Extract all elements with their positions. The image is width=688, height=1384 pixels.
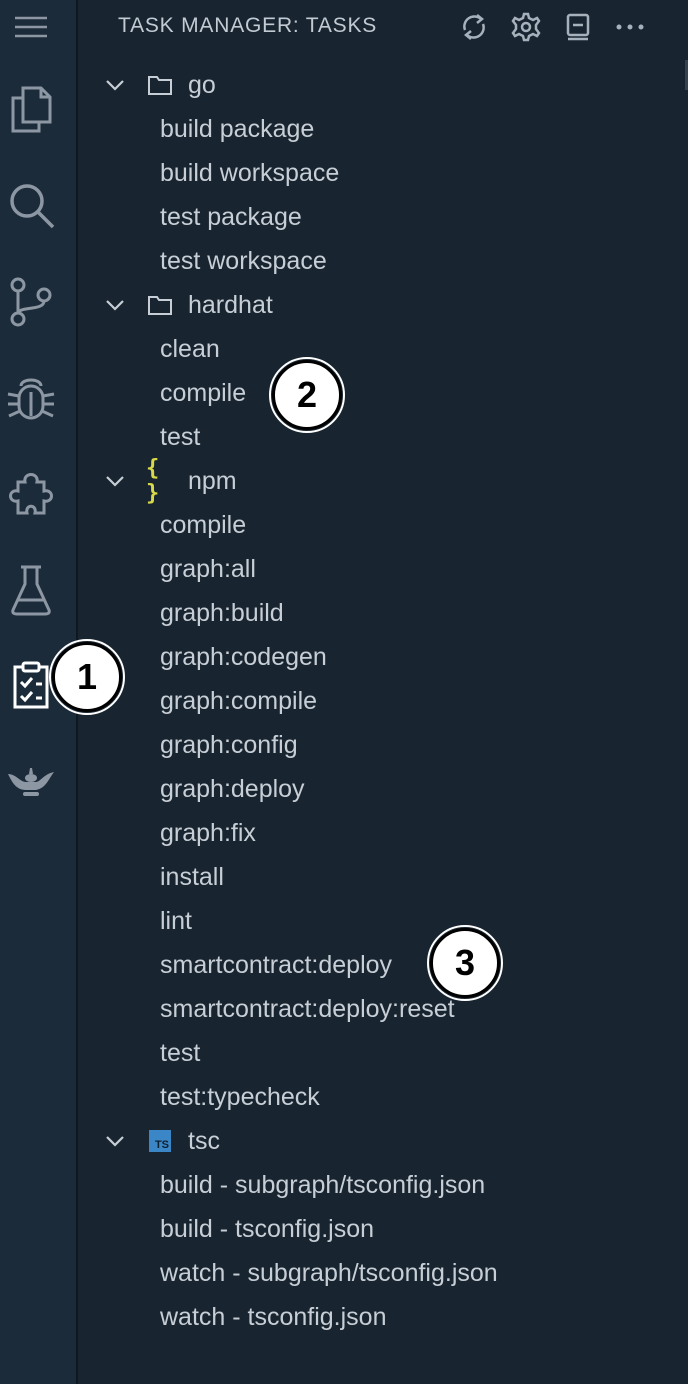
typescript-badge: TS [149, 1130, 171, 1152]
group-label: tsc [188, 1126, 220, 1155]
task-label: test:typecheck [160, 1082, 320, 1111]
task-label: build package [160, 114, 315, 143]
chevron-down-icon [104, 1130, 126, 1159]
json-icon: { } [146, 456, 160, 506]
task-label: watch - tsconfig.json [160, 1302, 387, 1331]
group-hardhat[interactable]: hardhat [78, 283, 688, 327]
task-label: build - subgraph/tsconfig.json [160, 1170, 486, 1199]
callout-2: 2 [269, 357, 345, 433]
task-item[interactable]: lint [78, 899, 688, 943]
collapse-all-icon[interactable] [560, 10, 596, 44]
task-item[interactable]: build workspace [78, 151, 688, 195]
task-item[interactable]: test workspace [78, 239, 688, 283]
group-tsc[interactable]: TS tsc [78, 1119, 688, 1163]
group-go[interactable]: go [78, 63, 688, 107]
task-label: graph:compile [160, 686, 318, 715]
task-item[interactable]: test package [78, 195, 688, 239]
task-label: compile [160, 378, 247, 407]
typescript-icon: TS [146, 1127, 174, 1155]
chevron-down-icon [104, 470, 126, 499]
extensions-icon[interactable] [0, 468, 62, 520]
source-control-icon[interactable] [0, 276, 62, 328]
task-label: build - tsconfig.json [160, 1214, 375, 1243]
chevron-down-icon [104, 74, 126, 103]
task-item[interactable]: build - tsconfig.json [78, 1207, 688, 1251]
menu-icon[interactable] [0, 12, 62, 42]
task-item[interactable]: graph:build [78, 591, 688, 635]
task-label: test workspace [160, 246, 327, 275]
lamp-icon[interactable] [0, 762, 62, 802]
task-item[interactable]: build package [78, 107, 688, 151]
task-item[interactable]: graph:compile [78, 679, 688, 723]
task-label: graph:build [160, 598, 284, 627]
task-label: test [160, 422, 201, 451]
group-label: hardhat [188, 290, 273, 319]
task-label: smartcontract:deploy [160, 950, 393, 979]
task-label: graph:codegen [160, 642, 327, 671]
task-label: test package [160, 202, 302, 231]
group-label: npm [188, 466, 237, 495]
task-label: graph:config [160, 730, 298, 759]
folder-icon [146, 71, 174, 99]
task-item[interactable]: test:typecheck [78, 1075, 688, 1119]
task-item[interactable]: install [78, 855, 688, 899]
chevron-down-icon [104, 294, 126, 323]
activity-bar: 1 [0, 0, 125, 1384]
task-label: install [160, 862, 224, 891]
testing-icon[interactable] [0, 564, 62, 616]
debug-icon[interactable] [0, 372, 62, 424]
task-label: watch - subgraph/tsconfig.json [160, 1258, 498, 1287]
explorer-icon[interactable] [0, 84, 62, 134]
callout-3: 3 [427, 925, 503, 1001]
task-item[interactable]: compile [78, 503, 688, 547]
task-item[interactable]: test [78, 415, 688, 459]
task-item[interactable]: watch - subgraph/tsconfig.json [78, 1251, 688, 1295]
callout-1: 1 [49, 639, 125, 715]
group-label: go [188, 70, 216, 99]
task-item[interactable]: graph:deploy [78, 767, 688, 811]
task-item[interactable]: graph:config [78, 723, 688, 767]
more-actions-icon[interactable] [612, 10, 648, 44]
task-label: clean [160, 334, 220, 363]
group-npm[interactable]: { } npm [78, 456, 688, 506]
search-icon[interactable] [0, 180, 62, 230]
task-item[interactable]: clean [78, 327, 688, 371]
task-manager-panel: TASK MANAGER: TASKS go build package bui… [78, 0, 688, 1384]
task-item[interactable]: build - subgraph/tsconfig.json [78, 1163, 688, 1207]
task-item[interactable]: graph:codegen [78, 635, 688, 679]
task-label: smartcontract:deploy:reset [160, 994, 455, 1023]
task-item[interactable]: graph:fix [78, 811, 688, 855]
refresh-icon[interactable] [456, 10, 492, 44]
task-label: graph:all [160, 554, 256, 583]
task-label: build workspace [160, 158, 340, 187]
panel-title: TASK MANAGER: TASKS [118, 14, 378, 37]
task-item[interactable]: watch - tsconfig.json [78, 1295, 688, 1339]
task-item[interactable]: smartcontract:deploy [78, 943, 688, 987]
task-item[interactable]: graph:all [78, 547, 688, 591]
task-label: compile [160, 510, 247, 539]
task-label: graph:deploy [160, 774, 305, 803]
folder-icon [146, 291, 174, 319]
task-label: test [160, 1038, 201, 1067]
task-item[interactable]: test [78, 1031, 688, 1075]
task-item[interactable]: smartcontract:deploy:reset [78, 987, 688, 1031]
task-label: lint [160, 906, 192, 935]
gear-icon[interactable] [508, 10, 544, 44]
task-item[interactable]: compile [78, 371, 688, 415]
task-label: graph:fix [160, 818, 256, 847]
